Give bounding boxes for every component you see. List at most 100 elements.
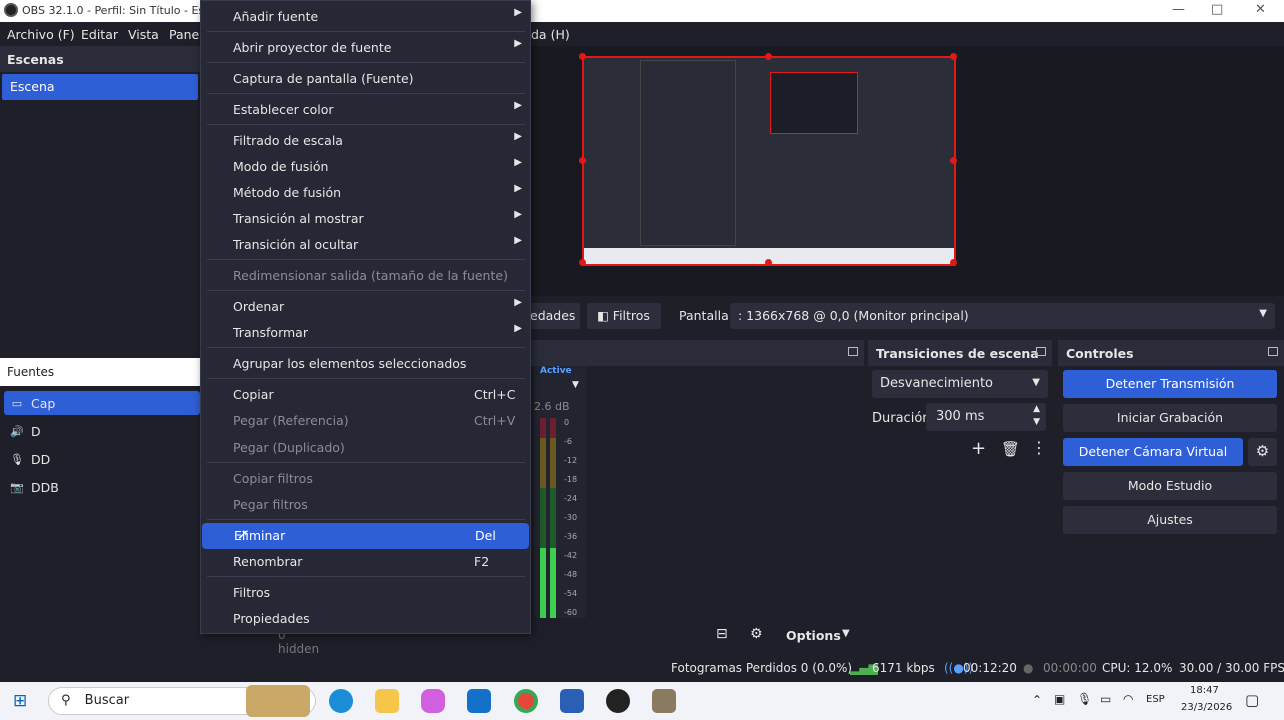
copilot-icon[interactable] bbox=[421, 689, 445, 713]
minimize-button[interactable]: — bbox=[1172, 2, 1185, 17]
submenu-arrow-icon: ▶ bbox=[514, 235, 522, 246]
chevron-down-icon[interactable]: ▼ bbox=[842, 628, 850, 639]
menu-paneles[interactable]: Pane bbox=[169, 27, 199, 42]
word-icon[interactable] bbox=[560, 689, 584, 713]
source-label: Cap bbox=[31, 395, 56, 411]
menu-editar[interactable]: Editar bbox=[81, 27, 118, 42]
menu-item-label: Captura de pantalla (Fuente) bbox=[233, 71, 414, 86]
microphone-icon[interactable]: 🎙 bbox=[1077, 692, 1092, 706]
context-menu-item[interactable]: Filtrado de escala ▶ bbox=[201, 128, 530, 152]
search-highlight-icon[interactable] bbox=[246, 685, 310, 717]
context-menu-item[interactable]: Filtros bbox=[201, 580, 530, 604]
duration-input[interactable]: 300 ms ▲ ▼ bbox=[926, 403, 1046, 431]
language-indicator[interactable]: ESP bbox=[1146, 694, 1165, 705]
tray-icon[interactable]: ▣ bbox=[1054, 692, 1065, 706]
chevron-up-icon[interactable]: ⌃ bbox=[1032, 693, 1042, 707]
virtual-camera-settings-button[interactable]: ⚙ bbox=[1248, 438, 1277, 466]
preview-canvas[interactable] bbox=[579, 53, 957, 266]
resize-handle[interactable] bbox=[950, 259, 957, 266]
menu-item-label: Modo de fusión bbox=[233, 159, 329, 174]
context-menu-item[interactable]: Método de fusión ▶ bbox=[201, 180, 530, 204]
source-toolbar: edades ◧ Filtros Pantalla : 1366x768 @ 0… bbox=[530, 300, 1284, 332]
settings-button[interactable]: Ajustes bbox=[1063, 506, 1277, 534]
search-placeholder: Buscar bbox=[84, 693, 130, 708]
file-explorer-icon[interactable] bbox=[375, 689, 399, 713]
context-menu-item[interactable]: Transformar ▶ bbox=[201, 320, 530, 344]
context-menu-item[interactable]: Establecer color ▶ bbox=[201, 97, 530, 121]
menu-separator bbox=[207, 259, 525, 260]
properties-button[interactable]: edades bbox=[530, 303, 580, 329]
trash-icon[interactable]: 🗑 bbox=[1001, 440, 1020, 458]
undock-icon[interactable] bbox=[1268, 347, 1278, 356]
menu-ayuda[interactable]: da (H) bbox=[531, 27, 570, 42]
source-item[interactable]: 🎙 DD bbox=[4, 447, 200, 471]
menu-item-label: Copiar bbox=[233, 387, 274, 402]
context-menu-item[interactable]: Abrir proyector de fuente ▶ bbox=[201, 35, 530, 59]
edge-icon[interactable] bbox=[329, 689, 353, 713]
source-label: DDB bbox=[31, 479, 59, 495]
scene-item[interactable]: Escena bbox=[2, 74, 198, 100]
wifi-icon[interactable]: ◠ bbox=[1123, 692, 1133, 706]
taskbar: ⊞ ⚲ Buscar ⌃ ▣ 🎙 ▭ ◠ ESP 18:47 23/3/2026… bbox=[0, 682, 1284, 720]
outlook-icon[interactable] bbox=[467, 689, 491, 713]
display-select[interactable]: : 1366x768 @ 0,0 (Monitor principal) ▼ bbox=[730, 303, 1275, 329]
notification-icon[interactable]: ▢ bbox=[1245, 691, 1259, 709]
source-item[interactable]: 📷 DDB bbox=[4, 475, 200, 499]
studio-mode-button[interactable]: Modo Estudio bbox=[1063, 472, 1277, 500]
resize-handle[interactable] bbox=[950, 157, 957, 164]
undock-icon[interactable] bbox=[1036, 347, 1046, 356]
submenu-arrow-icon: ▶ bbox=[514, 323, 522, 334]
stop-virtual-camera-button[interactable]: Detener Cámara Virtual bbox=[1063, 438, 1243, 466]
context-menu-item[interactable]: Ordenar ▶ bbox=[201, 294, 530, 318]
chrome-icon[interactable] bbox=[514, 689, 538, 713]
start-recording-button[interactable]: Iniciar Grabación bbox=[1063, 404, 1277, 432]
context-menu-item[interactable]: Captura de pantalla (Fuente) bbox=[201, 66, 530, 90]
submenu-arrow-icon: ▶ bbox=[514, 7, 522, 18]
more-icon[interactable]: ⋮ bbox=[1031, 438, 1047, 457]
resize-handle[interactable] bbox=[950, 53, 957, 60]
windows-start-icon[interactable]: ⊞ bbox=[13, 691, 27, 711]
filters-button[interactable]: ◧ Filtros bbox=[587, 303, 661, 329]
app-icon[interactable] bbox=[652, 689, 676, 713]
bitrate: 6171 kbps bbox=[872, 661, 935, 675]
battery-icon[interactable]: ▭ bbox=[1100, 692, 1111, 706]
stepper-down-icon[interactable]: ▼ bbox=[1033, 417, 1040, 427]
resize-handle[interactable] bbox=[579, 157, 586, 164]
clock-date[interactable]: 23/3/2026 bbox=[1181, 702, 1232, 713]
obs-icon[interactable] bbox=[606, 689, 630, 713]
controls-dock: Controles Detener Transmisión Iniciar Gr… bbox=[1058, 340, 1284, 650]
options-button[interactable]: Options bbox=[786, 628, 841, 643]
menu-vista[interactable]: Vista bbox=[128, 27, 159, 42]
chevron-down-icon[interactable]: ▼ bbox=[572, 380, 579, 390]
submenu-arrow-icon: ▶ bbox=[514, 209, 522, 220]
resize-handle[interactable] bbox=[579, 259, 586, 266]
source-item[interactable]: 🔊 D bbox=[4, 419, 200, 443]
layout-icon[interactable]: ⊟ bbox=[716, 626, 728, 642]
stepper-up-icon[interactable]: ▲ bbox=[1033, 404, 1040, 414]
source-item[interactable]: ▭ Cap bbox=[4, 391, 200, 415]
context-menu-item[interactable]: Agrupar los elementos seleccionados bbox=[201, 351, 530, 375]
stop-stream-button[interactable]: Detener Transmisión bbox=[1063, 370, 1277, 398]
context-menu-item[interactable]: Renombrar F2 bbox=[201, 549, 530, 573]
context-menu-item[interactable]: Eliminar Del bbox=[202, 523, 529, 549]
undock-icon[interactable] bbox=[848, 347, 858, 356]
resize-handle[interactable] bbox=[765, 53, 772, 60]
meter-scale-label: -18 bbox=[564, 475, 578, 484]
context-menu-item[interactable]: Copiar Ctrl+C bbox=[201, 382, 530, 406]
clock-time[interactable]: 18:47 bbox=[1190, 685, 1219, 696]
context-menu-item[interactable]: Añadir fuente ▶ bbox=[201, 4, 530, 28]
context-menu-item[interactable]: Modo de fusión ▶ bbox=[201, 154, 530, 178]
add-icon[interactable]: + bbox=[971, 438, 986, 459]
duration-label: Duración bbox=[872, 411, 931, 426]
context-menu-item[interactable]: Transición al ocultar ▶ bbox=[201, 232, 530, 256]
transition-select[interactable]: Desvanecimiento ▼ bbox=[872, 370, 1048, 398]
close-button[interactable]: ✕ bbox=[1255, 2, 1266, 17]
maximize-button[interactable]: □ bbox=[1211, 2, 1223, 17]
context-menu-item[interactable]: Transición al mostrar ▶ bbox=[201, 206, 530, 230]
resize-handle[interactable] bbox=[579, 53, 586, 60]
context-menu-item: Pegar (Duplicado) bbox=[201, 435, 530, 459]
menu-archivo[interactable]: Archivo (F) bbox=[7, 27, 75, 42]
context-menu-item[interactable]: Propiedades bbox=[201, 606, 530, 630]
resize-handle[interactable] bbox=[765, 259, 772, 266]
gear-icon[interactable]: ⚙ bbox=[750, 626, 763, 642]
